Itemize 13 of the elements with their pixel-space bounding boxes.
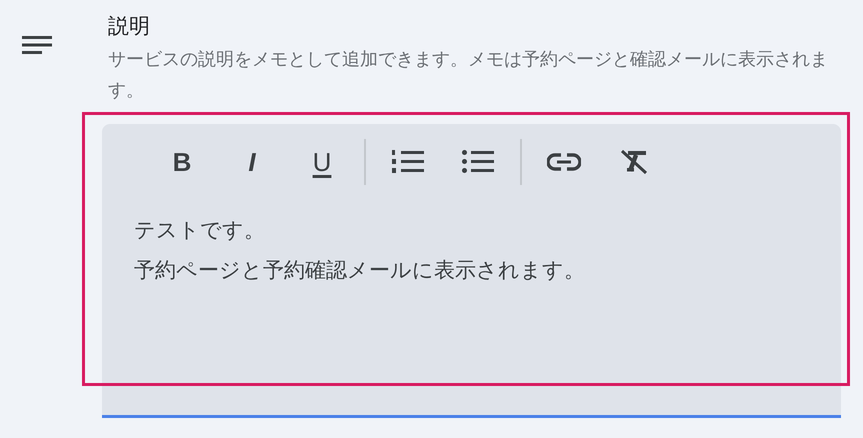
- bold-button[interactable]: B: [150, 140, 214, 184]
- italic-button[interactable]: I: [220, 140, 284, 184]
- numbered-list-icon: [392, 149, 424, 175]
- link-icon: [547, 153, 581, 171]
- editor-text-line: 予約ページと予約確認メールに表示されます。: [134, 257, 586, 284]
- notes-icon: [22, 36, 52, 54]
- section-title: 説明: [108, 13, 151, 40]
- editor-text-line: テストです。: [134, 217, 266, 244]
- underline-button[interactable]: U: [290, 140, 354, 184]
- text-editor[interactable]: B I U テストです。 予約ページと予約確認メールに表示されます。: [102, 124, 841, 418]
- clear-format-icon: [620, 148, 648, 176]
- bulleted-list-icon: [462, 149, 494, 175]
- section-description: サービスの説明をメモとして追加できます。メモは予約ページと確認メールに表示されます。: [108, 48, 829, 103]
